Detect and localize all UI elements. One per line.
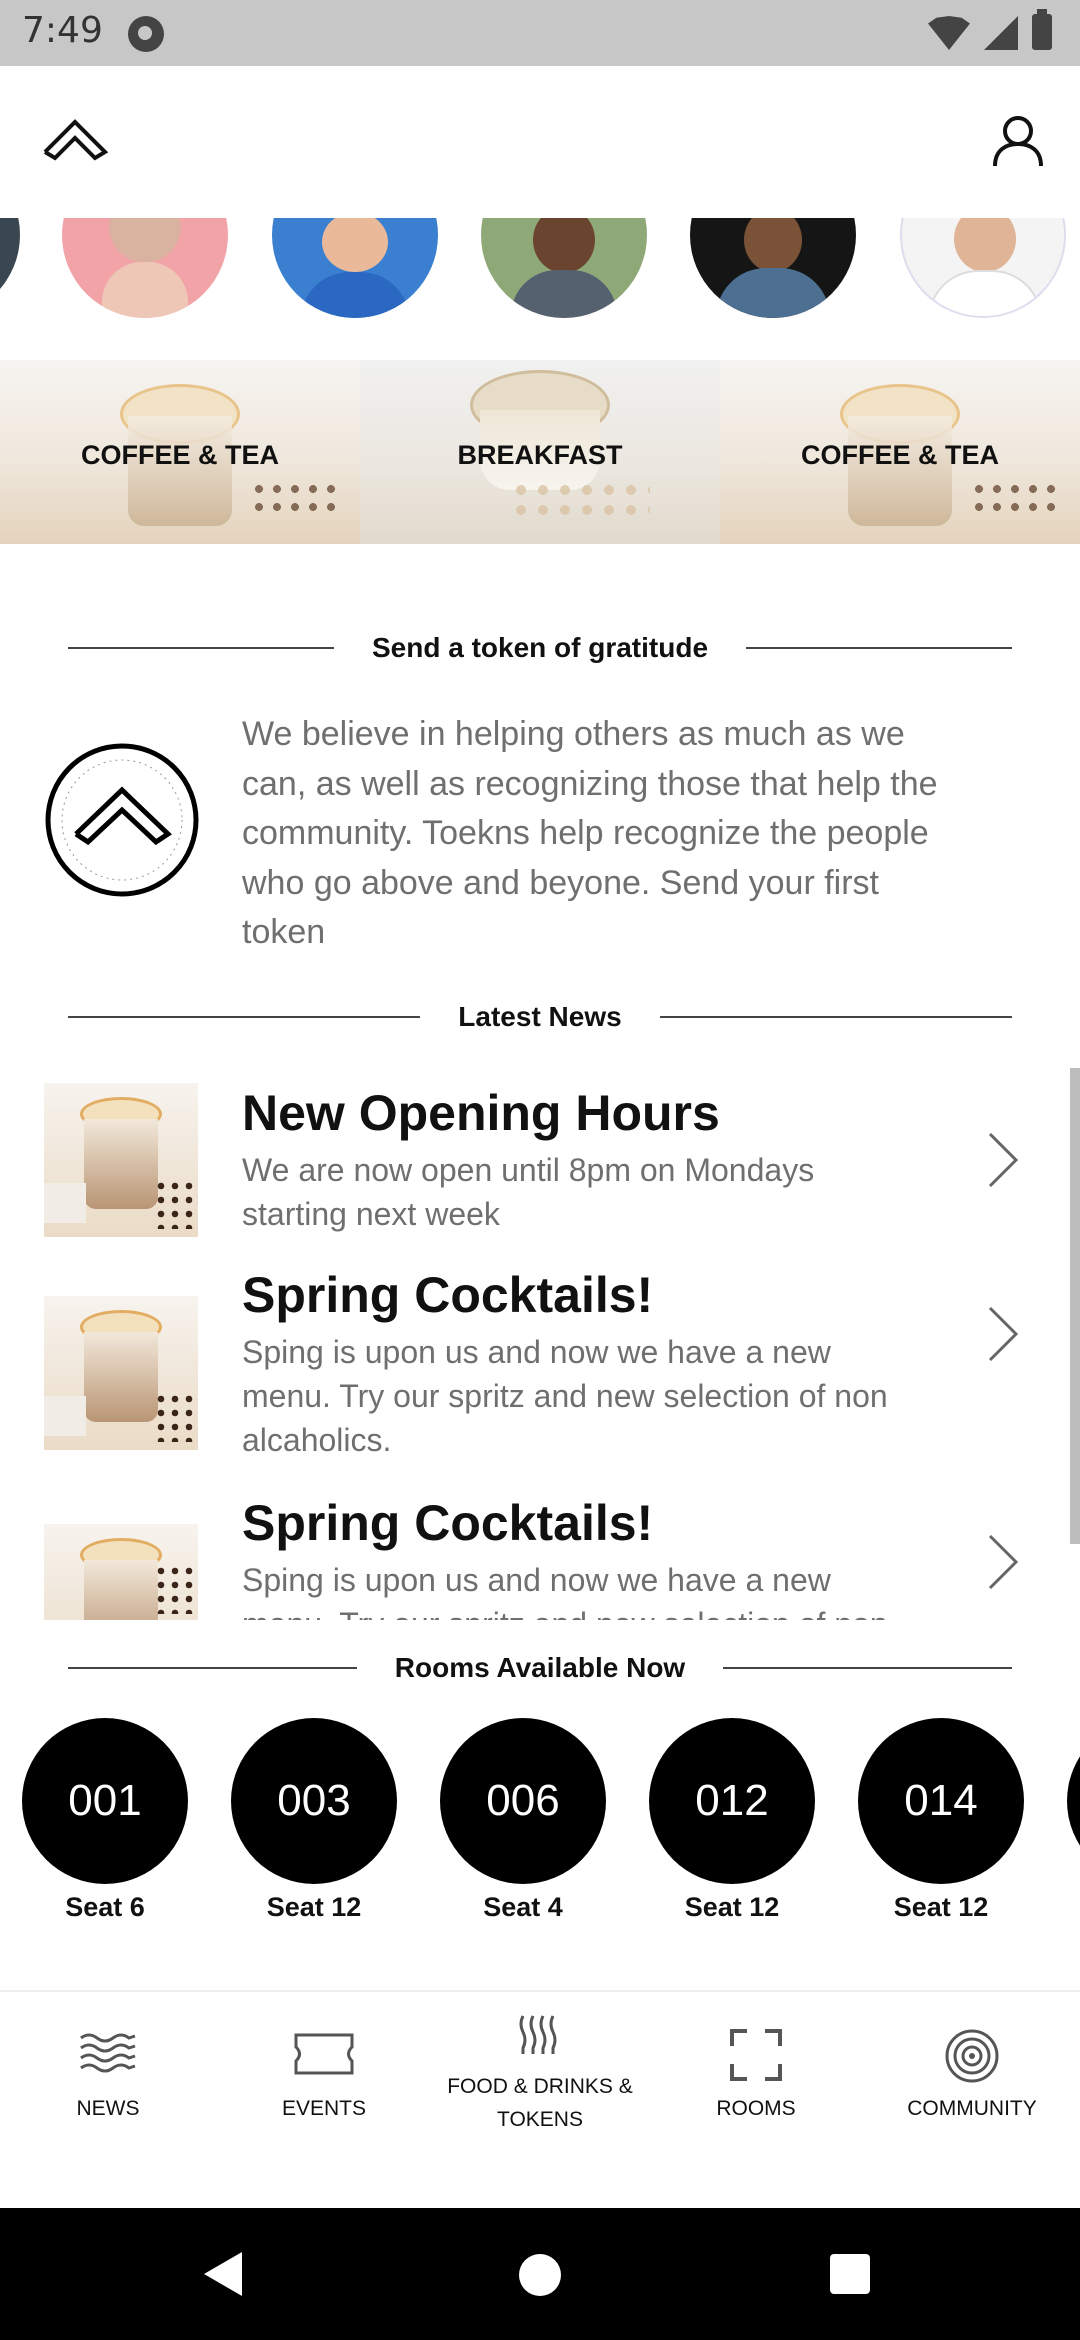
divider (68, 1667, 357, 1669)
avatar[interactable] (272, 218, 438, 318)
news-title: Spring Cocktails! (242, 1267, 654, 1323)
system-icons (928, 9, 1052, 50)
room-seat: Seat 6 (65, 1892, 145, 1922)
category-label: COFFEE & TEA (800, 440, 999, 470)
room-number: 006 (440, 1718, 606, 1884)
room-seat: Seat 12 (266, 1892, 362, 1922)
news-body: Sping is upon us and now we have a new m… (242, 1562, 888, 1620)
frame-icon (730, 2029, 782, 2081)
divider (68, 647, 334, 649)
avatar[interactable] (0, 218, 20, 318)
category-label: BREAKFAST (457, 440, 623, 470)
nav-label: NEWS (76, 2097, 140, 2120)
divider (68, 1016, 421, 1018)
room-card[interactable] (1067, 1718, 1080, 1892)
news-list: New Opening Hours We are now open until … (0, 1060, 1080, 1620)
divider (659, 1016, 1012, 1018)
category-coffee-tea[interactable]: COFFEE & TEA (720, 360, 1080, 544)
token-logo-icon[interactable] (44, 742, 200, 898)
divider (746, 647, 1012, 649)
nav-community[interactable]: COMMUNITY (864, 1992, 1080, 2210)
category-breakfast[interactable]: BREAKFAST (360, 360, 720, 544)
gratitude-description: We believe in helping others as much as … (242, 715, 938, 951)
news-thumbnail (44, 1296, 198, 1450)
wifi-icon (928, 16, 970, 50)
recent-apps-icon[interactable] (830, 2254, 870, 2294)
category-coffee-tea[interactable]: COFFEE & TEA (0, 360, 360, 544)
news-body: Sping is upon us and now we have a new m… (242, 1334, 888, 1458)
chevron-right-icon[interactable] (984, 1304, 1024, 1364)
news-section-title: Latest News (458, 1001, 622, 1032)
avatar[interactable] (62, 218, 228, 318)
back-icon[interactable] (204, 2252, 242, 2296)
bottom-navigation: NEWS EVENTS FOOD & DRINKS & TOKENS ROOMS… (0, 1990, 1080, 2208)
room-number: 001 (22, 1718, 188, 1884)
avatar[interactable] (900, 218, 1066, 318)
avatar-carousel (0, 218, 1080, 318)
room-seat: Seat 12 (684, 1892, 780, 1922)
nav-label: FOOD & DRINKS & TOKENS (447, 2075, 633, 2131)
news-section-header: Latest News (68, 997, 1012, 1037)
avatar[interactable] (481, 218, 647, 318)
room-seat: Seat 12 (893, 1892, 989, 1922)
nav-news[interactable]: NEWS (0, 1992, 216, 2210)
chevron-up-logo-icon[interactable] (42, 116, 108, 162)
category-strip: COFFEE & TEA BREAKFAST COFFEE & TEA (0, 360, 1080, 544)
category-label: COFFEE & TEA (80, 440, 279, 470)
nav-rooms[interactable]: ROOMS (648, 1992, 864, 2210)
room-seat: Seat 4 (483, 1892, 563, 1922)
room-number: 014 (858, 1718, 1024, 1884)
gratitude-section-header: Send a token of gratitude (68, 628, 1012, 668)
scrollbar[interactable] (1070, 1068, 1080, 1544)
signal-icon (984, 16, 1018, 50)
user-icon[interactable] (992, 114, 1044, 168)
ticket-icon (294, 2033, 354, 2075)
divider (723, 1667, 1012, 1669)
nav-food-drinks-tokens[interactable]: FOOD & DRINKS & TOKENS (432, 1992, 648, 2210)
nav-label: COMMUNITY (907, 2097, 1037, 2120)
room-card[interactable]: 003 Seat 12 (231, 1718, 397, 1923)
app-header (0, 66, 1080, 218)
waves-icon (80, 2033, 136, 2073)
room-card[interactable]: 001 Seat 6 (22, 1718, 188, 1923)
steam-icon (519, 2015, 557, 2054)
room-number (1067, 1718, 1080, 1884)
chevron-right-icon[interactable] (984, 1130, 1024, 1190)
target-icon (945, 2029, 999, 2083)
rooms-section-header: Rooms Available Now (68, 1648, 1012, 1688)
nav-label: EVENTS (281, 2097, 367, 2120)
rooms-section-title: Rooms Available Now (394, 1652, 686, 1683)
news-thumbnail (44, 1524, 198, 1620)
room-card[interactable]: 012 Seat 12 (649, 1718, 815, 1923)
nav-label: ROOMS (716, 2097, 796, 2120)
room-number: 003 (231, 1718, 397, 1884)
news-title: New Opening Hours (242, 1085, 720, 1141)
room-card[interactable]: 006 Seat 4 (440, 1718, 606, 1923)
home-icon[interactable] (519, 2254, 561, 2296)
nav-events[interactable]: EVENTS (216, 1992, 432, 2210)
status-bar: 7:49 (0, 0, 1080, 66)
chevron-right-icon[interactable] (984, 1532, 1024, 1592)
rooms-carousel: 001 Seat 6 003 Seat 12 006 Seat 4 012 Se… (0, 1718, 1080, 1928)
battery-icon (1032, 9, 1052, 50)
system-navigation-bar (0, 2208, 1080, 2340)
avatar[interactable] (690, 218, 856, 318)
news-body: We are now open until 8pm on Mondays sta… (242, 1152, 815, 1232)
news-thumbnail (44, 1083, 198, 1237)
sync-icon (128, 16, 164, 52)
room-card[interactable]: 014 Seat 12 (858, 1718, 1024, 1923)
news-title: Spring Cocktails! (242, 1495, 654, 1551)
status-time: 7:49 (22, 10, 103, 51)
gratitude-title: Send a token of gratitude (371, 632, 709, 663)
room-number: 012 (649, 1718, 815, 1884)
